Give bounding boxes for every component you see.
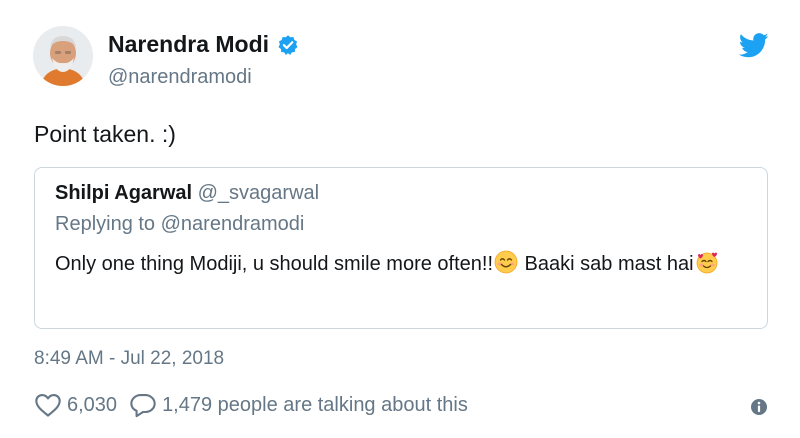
- tweet-actions: 6,030 1,479 people are talking about thi…: [34, 392, 480, 418]
- twitter-bird-icon[interactable]: [739, 33, 769, 58]
- reply-action[interactable]: 1,479 people are talking about this: [129, 392, 468, 418]
- like-action[interactable]: 6,030: [34, 392, 117, 418]
- quoted-tweet-card[interactable]: Shilpi Agarwal @_svagarwal Replying to @…: [34, 167, 768, 329]
- quoted-author-handle: @_svagarwal: [197, 182, 320, 204]
- verified-badge-icon: [278, 34, 298, 55]
- quoted-tweet-text: Only one thing Modiji, u should smile mo…: [55, 249, 755, 280]
- talking-count: 1,479 people are talking about this: [162, 393, 468, 416]
- tweet-timestamp[interactable]: 8:49 AM - Jul 22, 2018: [34, 348, 224, 370]
- quoted-tweet-header: Shilpi Agarwal @_svagarwal: [55, 182, 319, 205]
- avatar[interactable]: [33, 26, 93, 86]
- speech-bubble-icon: [130, 394, 156, 418]
- author-name[interactable]: Narendra Modi: [108, 31, 269, 58]
- quoted-author-name: Shilpi Agarwal: [55, 182, 193, 204]
- tweet-text: Point taken. :): [34, 121, 176, 147]
- quoted-replying-to: Replying to @narendramodi: [55, 213, 305, 235]
- author-name-row[interactable]: Narendra Modi: [108, 31, 299, 58]
- smiling-face-icon: [494, 250, 518, 274]
- quoted-text-part1: Only one thing Modiji, u should smile mo…: [55, 253, 493, 275]
- quoted-text-part2: Baaki sab mast hai: [519, 253, 694, 275]
- heart-outline-icon: [35, 394, 61, 417]
- avatar-image: [33, 26, 93, 86]
- info-circle-icon[interactable]: [749, 397, 769, 417]
- smiling-face-with-hearts-icon: [696, 252, 717, 274]
- author-handle[interactable]: @narendramodi: [108, 66, 252, 89]
- like-count: 6,030: [67, 393, 118, 416]
